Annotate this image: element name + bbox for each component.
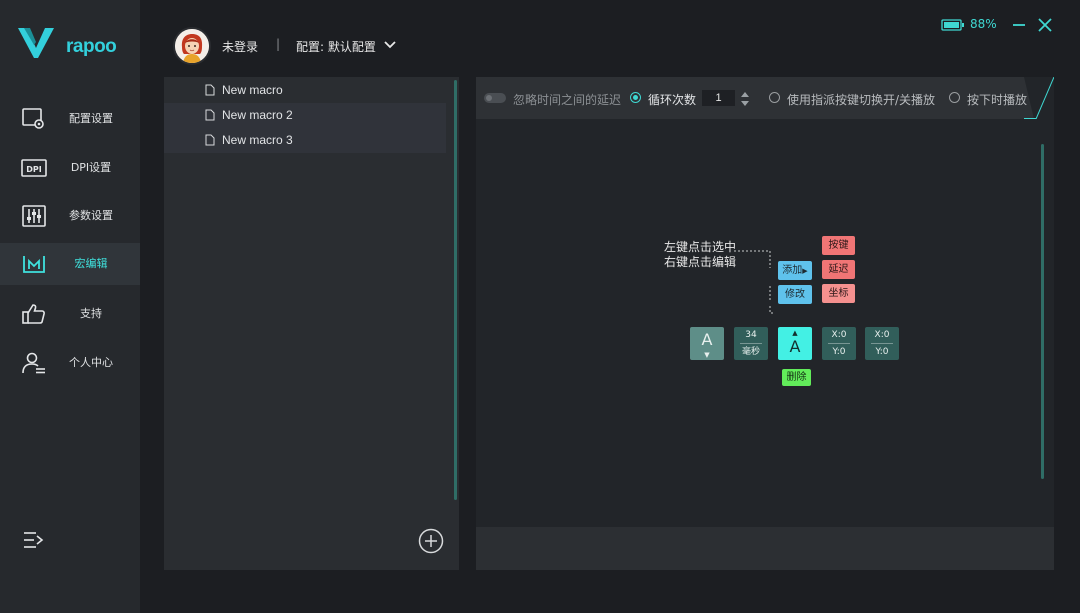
add-macro-button[interactable] [418, 528, 444, 554]
step-coord-y: Y:0 [875, 347, 889, 357]
sidebar-item-dpi[interactable]: DPI DPI设置 [0, 147, 140, 189]
step-key-label: A [701, 330, 713, 349]
ignore-delay-toggle[interactable] [484, 93, 506, 103]
brand-name: rapoo [66, 36, 117, 57]
toggle-play-label: 使用指派按键切换开/关播放 [787, 93, 936, 107]
sidebar-item-label: 配置设置 [69, 112, 113, 125]
sidebar-item-macro[interactable]: 宏编辑 [0, 243, 140, 285]
insert-coordinate-label: 坐标 [828, 288, 849, 299]
file-icon [205, 109, 215, 121]
collapse-sidebar-icon[interactable] [22, 530, 44, 550]
macro-list-item[interactable]: New macro 2 [164, 103, 446, 128]
toggle-play-radio[interactable] [769, 92, 780, 103]
sidebar: rapoo 配置设置 DPI DPI设置 参数设置 宏编辑 支持 个人中心 [0, 0, 140, 613]
sidebar-item-support[interactable]: 支持 [0, 293, 140, 335]
macro-list-panel: New macro New macro 2 New macro 3 [164, 77, 459, 570]
file-icon [205, 134, 215, 146]
file-icon [205, 84, 215, 96]
brand-logo-icon [18, 28, 54, 58]
loop-count-input[interactable] [702, 90, 735, 106]
editor-scrollbar[interactable] [1041, 144, 1044, 479]
delete-step-button[interactable]: 删除 [782, 369, 811, 386]
sidebar-item-label: DPI设置 [70, 161, 112, 174]
sidebar-item-params[interactable]: 参数设置 [0, 195, 140, 237]
insert-key-label: 按键 [828, 240, 849, 251]
avatar[interactable] [173, 27, 211, 65]
macro-editor-panel: 忽略时间之间的延迟 循环次数 使用指派按键切换开/关播放 按下时播放 左键点击选… [476, 77, 1054, 570]
hint-right-click: 右键点击编辑 [664, 255, 737, 269]
hint-connector-line [734, 250, 774, 314]
close-icon[interactable] [1037, 17, 1053, 33]
sidebar-item-config[interactable]: 配置设置 [0, 98, 140, 140]
macro-step-coordinate[interactable]: X:0 Y:0 [865, 327, 899, 360]
macro-name: New macro 2 [222, 108, 293, 122]
modify-action-label: 修改 [785, 289, 805, 300]
macro-list-item[interactable]: New macro 3 [164, 128, 446, 153]
minimize-icon[interactable] [1011, 17, 1027, 33]
battery-icon [941, 19, 964, 31]
sidebar-item-label: 个人中心 [69, 356, 113, 369]
battery-level: 88% [970, 17, 997, 31]
insert-coordinate-button[interactable]: 坐标 [822, 284, 855, 303]
settings-screen-icon [22, 108, 44, 129]
macro-name: New macro [222, 83, 283, 97]
user-icon [22, 352, 45, 374]
macro-step-key-up-selected[interactable]: ▲ A [778, 327, 812, 360]
login-status[interactable]: 未登录 [222, 38, 258, 55]
insert-delay-button[interactable]: 延迟 [822, 260, 855, 279]
add-action-button[interactable]: 添加▶ [778, 261, 812, 280]
hold-play-radio[interactable] [949, 92, 960, 103]
ignore-delay-label: 忽略时间之间的延迟 [513, 93, 622, 107]
loop-count-stepper-icon[interactable] [740, 91, 750, 107]
macro-step-delay[interactable]: 34 毫秒 [734, 327, 768, 360]
insert-delay-label: 延迟 [828, 264, 849, 275]
loop-count-label: 循环次数 [648, 93, 697, 107]
thumbs-up-icon [22, 304, 45, 324]
hold-play-label: 按下时播放 [967, 93, 1028, 107]
step-delay-unit: 毫秒 [741, 347, 760, 357]
macro-list-scrollbar[interactable] [454, 80, 457, 500]
macro-icon [23, 256, 45, 273]
header-separator: | [276, 37, 281, 51]
svg-text:DPI: DPI [26, 165, 42, 174]
options-bar-edge-decoration [1024, 77, 1054, 119]
sidebar-item-profile[interactable]: 个人中心 [0, 342, 140, 384]
add-action-label: 添加 [782, 265, 803, 276]
delete-step-label: 删除 [786, 372, 807, 383]
sidebar-item-label: 宏编辑 [74, 257, 108, 270]
loop-count-radio[interactable] [630, 92, 641, 103]
arrow-down-icon: ▼ [704, 351, 710, 359]
step-coord-x: X:0 [874, 330, 890, 340]
step-coord-y: Y:0 [832, 347, 846, 357]
sidebar-item-label: 支持 [80, 307, 102, 320]
macro-step-key-down[interactable]: A ▼ [690, 327, 724, 360]
editor-footer-bar [476, 527, 1054, 570]
config-selector-label[interactable]: 配置: 默认配置 [296, 38, 376, 55]
arrow-right-icon: ▶ [802, 267, 808, 275]
macro-step-coordinate[interactable]: X:0 Y:0 [822, 327, 856, 360]
arrow-up-icon: ▲ [792, 329, 798, 337]
macro-list-item[interactable]: New macro [164, 78, 446, 103]
sliders-icon [22, 205, 46, 227]
step-coord-x: X:0 [831, 330, 847, 340]
dpi-icon: DPI [21, 159, 47, 177]
macro-name: New macro 3 [222, 133, 293, 147]
step-delay-value: 34 [745, 330, 757, 340]
step-key-label: A [789, 337, 801, 356]
modify-action-button[interactable]: 修改 [778, 285, 812, 304]
chevron-down-icon[interactable] [383, 38, 397, 52]
sidebar-item-label: 参数设置 [69, 209, 113, 222]
insert-key-button[interactable]: 按键 [822, 236, 855, 255]
avatar-illustration-icon [175, 29, 209, 63]
